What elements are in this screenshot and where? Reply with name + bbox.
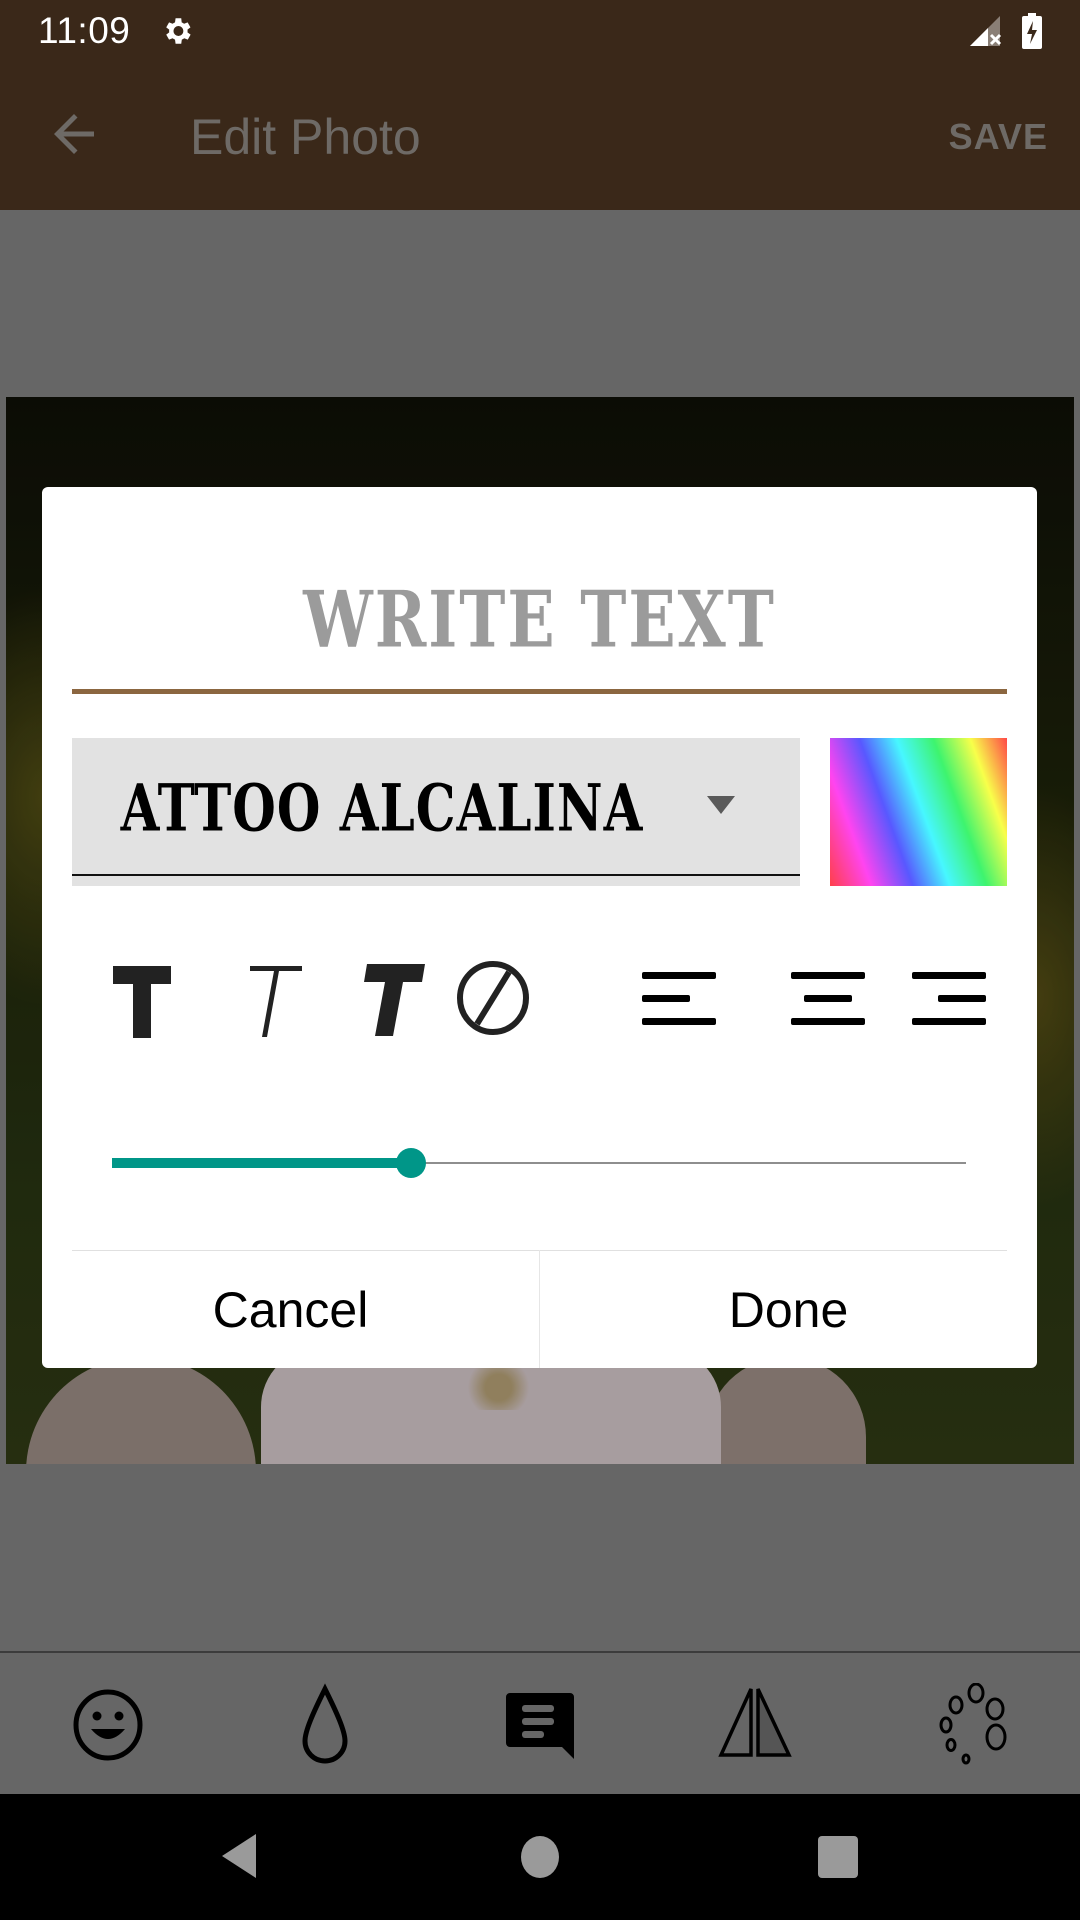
edit-photo-screen: 11:09 Edit Photo SAVE WRITE TEXT ATTOO A… xyxy=(0,0,1080,1920)
align-left-icon xyxy=(642,972,716,1025)
font-dropdown[interactable]: ATTOO ALCALINA xyxy=(72,738,800,886)
system-nav-bar xyxy=(0,1794,1080,1920)
slider-fill xyxy=(112,1158,411,1168)
app-bar: Edit Photo SAVE xyxy=(0,62,1080,210)
cancel-button[interactable]: Cancel xyxy=(42,1251,539,1368)
settings-gear-icon xyxy=(166,18,191,44)
nav-back-icon[interactable] xyxy=(214,1832,264,1882)
text-style-toolbar xyxy=(42,952,1037,1042)
align-right-icon xyxy=(912,972,986,1025)
text-message-icon xyxy=(506,1693,574,1759)
smiley-icon xyxy=(73,1689,143,1761)
font-dropdown-value: ATTOO ALCALINA xyxy=(120,769,644,846)
signal-no-data-icon xyxy=(970,16,1002,46)
status-time: 11:09 xyxy=(38,10,131,51)
italic-button[interactable] xyxy=(228,952,308,1042)
nav-recents-icon[interactable] xyxy=(813,1832,863,1882)
font-dropdown-underline xyxy=(72,874,800,876)
align-center-icon xyxy=(791,972,865,1025)
write-text-dialog: WRITE TEXT ATTOO ALCALINA Cancel Done xyxy=(42,487,1037,1368)
drop-icon xyxy=(302,1683,348,1764)
done-button[interactable]: Done xyxy=(540,1251,1037,1368)
save-button[interactable]: SAVE xyxy=(949,116,1048,158)
arrow-back-icon[interactable] xyxy=(44,104,104,164)
bold-italic-t-icon xyxy=(364,964,425,1036)
status-bar: 11:09 xyxy=(0,0,1080,62)
align-right-button[interactable] xyxy=(910,952,994,1042)
nav-home-icon[interactable] xyxy=(515,1832,565,1882)
page-title: Edit Photo xyxy=(190,109,421,165)
slider-thumb[interactable] xyxy=(395,1148,426,1178)
bold-button[interactable] xyxy=(105,952,185,1042)
align-left-button[interactable] xyxy=(640,952,724,1042)
battery-charging-icon xyxy=(1022,13,1042,49)
bold-t-icon xyxy=(113,966,171,1038)
effects-tool-button[interactable] xyxy=(930,1682,1014,1767)
triangle-down-icon xyxy=(707,796,735,814)
italic-t-icon xyxy=(250,966,302,1037)
color-picker-button[interactable] xyxy=(830,738,1007,886)
sticker-tool-button[interactable] xyxy=(66,1683,150,1767)
text-size-slider[interactable] xyxy=(106,1143,972,1183)
mirror-triangle-icon xyxy=(718,1688,792,1757)
bottom-toolbar xyxy=(0,1651,1080,1794)
text-input-underline xyxy=(72,689,1007,694)
blur-tool-button[interactable] xyxy=(283,1683,367,1767)
align-center-button[interactable] xyxy=(789,952,873,1042)
none-slash-icon xyxy=(457,961,529,1035)
text-input[interactable]: WRITE TEXT xyxy=(42,574,1037,665)
text-tool-button[interactable] xyxy=(498,1683,582,1767)
no-style-button[interactable] xyxy=(453,952,533,1042)
mirror-tool-button[interactable] xyxy=(713,1683,797,1767)
circles-icon xyxy=(939,1682,1007,1765)
bold-italic-button[interactable] xyxy=(349,952,429,1042)
